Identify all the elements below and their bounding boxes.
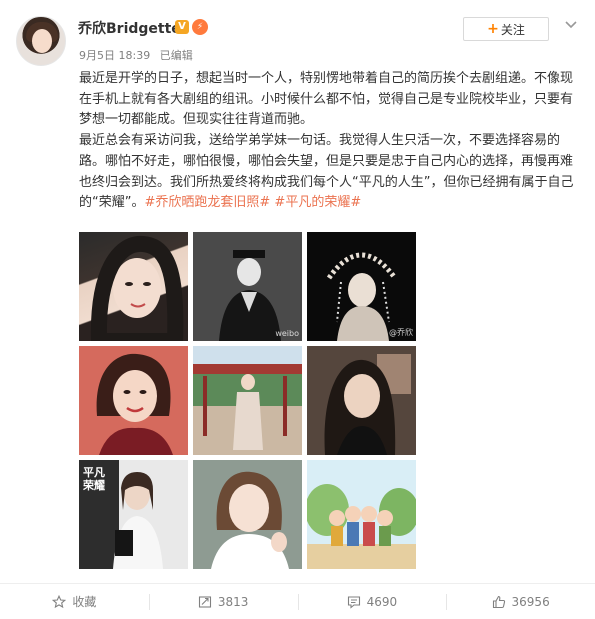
post-text: 最近是开学的日子，想起当时一个人，特别愣地带着自己的简历挨个去剧组递。不像现在手… (79, 69, 579, 214)
plus-icon: + (487, 21, 499, 37)
comment-count: 4690 (366, 594, 398, 609)
post-meta: 9月5日 18:39 已编辑 (79, 47, 199, 63)
photo-thumbnail[interactable] (79, 232, 188, 341)
repost-count: 3813 (217, 594, 249, 609)
graduation-photo-art (193, 232, 302, 341)
vip-badge-icon[interactable]: V (175, 20, 189, 34)
weibo-post-card: 乔欣Bridgette V ⚡ 9月5日 18:39 已编辑 + 关注 最近是开… (0, 0, 595, 619)
follow-label: 关注 (500, 22, 525, 37)
action-bar: 收藏 3813 4690 36956 (0, 584, 595, 619)
chevron-down-icon[interactable] (563, 16, 579, 32)
like-count: 36956 (511, 594, 550, 609)
avatar-face (32, 29, 52, 53)
post-paragraph-2: 最近总会有采访问我，送给学弟学妹一句话。我觉得人生只活一次，不要选择容易的路。哪… (79, 131, 579, 214)
photo-thumbnail[interactable]: weibo (193, 232, 302, 341)
photo-thumbnail[interactable] (307, 346, 416, 455)
portrait-art (90, 235, 184, 341)
edited-label[interactable]: 已编辑 (160, 49, 193, 62)
photo-thumbnail[interactable] (193, 346, 302, 455)
post-date[interactable]: 9月5日 18:39 (79, 49, 150, 62)
portrait-art (193, 460, 302, 569)
repost-button[interactable]: 3813 (148, 584, 298, 619)
repost-icon (198, 595, 211, 608)
headdress-photo-art (307, 232, 416, 341)
photo-thumbnail[interactable] (307, 460, 416, 569)
hashtag-link[interactable]: #乔欣晒跑龙套旧照# (144, 195, 270, 210)
user-name[interactable]: 乔欣Bridgette (78, 18, 181, 38)
photo-grid: weibo @乔欣 平凡 荣耀 (79, 232, 419, 572)
like-button[interactable]: 36956 (446, 584, 595, 619)
photo-thumbnail[interactable] (79, 346, 188, 455)
thumbs-up-icon (492, 595, 505, 608)
outdoor-photo-art (193, 346, 302, 455)
avatar[interactable] (16, 16, 66, 66)
level-badge-icon[interactable]: ⚡ (192, 19, 208, 35)
follow-button[interactable]: + 关注 (463, 17, 549, 41)
portrait-art (79, 346, 188, 455)
comment-button[interactable]: 4690 (297, 584, 447, 619)
comment-icon (347, 595, 360, 609)
photo-thumbnail[interactable] (193, 460, 302, 569)
favorite-button[interactable]: 收藏 (0, 584, 149, 619)
post-paragraph-1: 最近是开学的日子，想起当时一个人，特别愣地带着自己的简历挨个去剧组递。不像现在手… (79, 71, 574, 128)
cartoon-art (307, 460, 416, 569)
poster-title: 平凡 荣耀 (83, 466, 105, 492)
photo-thumbnail[interactable]: @乔欣 (307, 232, 416, 341)
hashtag-link[interactable]: #平凡的荣耀# (274, 195, 361, 210)
photo-watermark: @乔欣 (389, 328, 413, 337)
photo-watermark: weibo (275, 329, 299, 338)
photo-thumbnail[interactable]: 平凡 荣耀 (79, 460, 188, 569)
portrait-art (307, 346, 416, 455)
star-icon (52, 594, 67, 608)
favorite-label: 收藏 (72, 595, 97, 609)
